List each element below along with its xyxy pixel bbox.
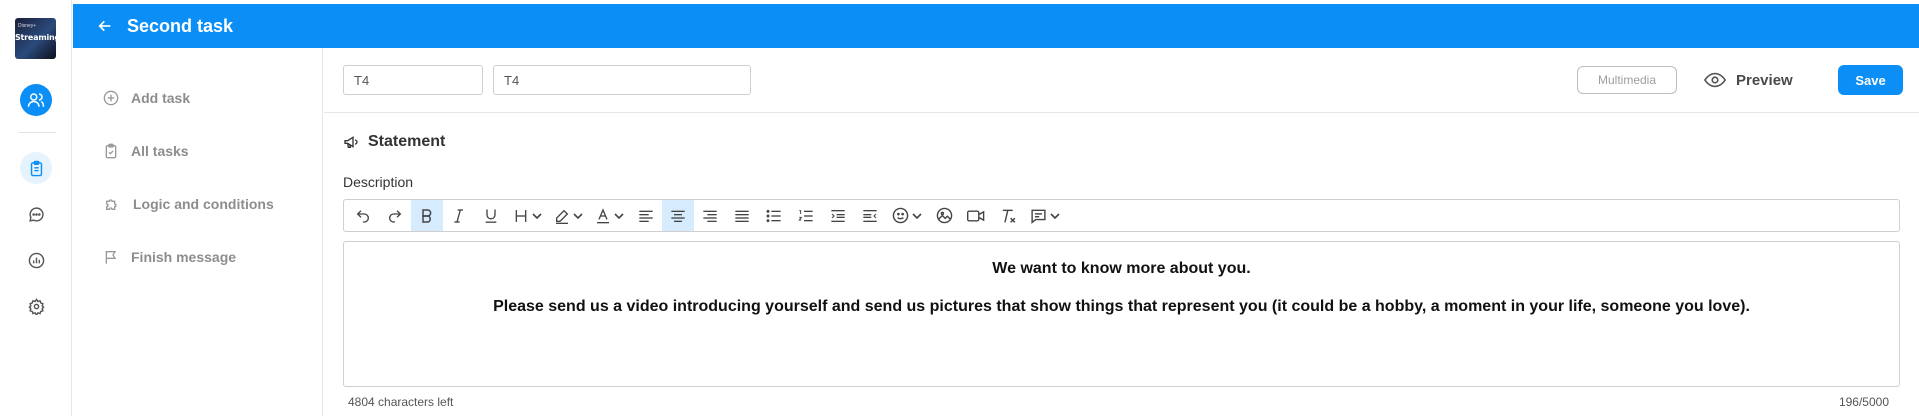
align-center-icon[interactable]	[662, 200, 694, 231]
image-icon[interactable]	[928, 200, 960, 231]
editor-toolbar	[343, 199, 1900, 232]
logo-text: Streaming	[15, 33, 56, 42]
editor-line: We want to know more about you.	[992, 260, 1251, 277]
logo-sub-text: Disney+	[18, 23, 37, 29]
bold-icon[interactable]	[411, 200, 443, 231]
clipboard-check-icon	[105, 143, 117, 159]
task-editor: Multimedia Preview Save Statement Descri…	[324, 48, 1919, 416]
plus-circle-icon	[103, 90, 119, 106]
video-icon[interactable]	[960, 200, 992, 231]
clipboard-icon[interactable]	[20, 152, 52, 184]
eye-icon	[1704, 72, 1726, 88]
chevron-down-icon	[573, 212, 583, 219]
sidebar-item-add-task[interactable]: Add task	[103, 90, 190, 106]
sidebar-item-label: Finish message	[131, 249, 237, 265]
statement-heading: Statement	[343, 133, 445, 151]
puzzle-icon	[106, 199, 117, 210]
top-bar: Second task	[73, 4, 1919, 48]
redo-icon[interactable]	[379, 200, 411, 231]
task-sidebar: Add task All tasks Logic and conditions …	[73, 48, 323, 416]
align-left-icon[interactable]	[630, 200, 662, 231]
description-editor[interactable]: We want to know more about you. Please s…	[343, 241, 1900, 387]
chevron-down-icon	[532, 212, 542, 219]
chevron-down-icon	[614, 212, 624, 219]
highlight-icon[interactable]	[548, 200, 589, 231]
task-name-input[interactable]	[493, 65, 751, 95]
indent-icon[interactable]	[822, 200, 854, 231]
statement-title: Statement	[368, 133, 446, 150]
emoji-icon[interactable]	[886, 200, 928, 231]
sidebar-item-logic[interactable]: Logic and conditions	[103, 196, 274, 212]
multimedia-button[interactable]: Multimedia	[1577, 66, 1677, 94]
description-label: Description	[343, 174, 414, 190]
sidebar-item-label: Logic and conditions	[133, 196, 274, 212]
undo-icon[interactable]	[347, 200, 379, 231]
comment-icon[interactable]	[1024, 200, 1066, 231]
icon-rail: Disney+ Streaming	[0, 0, 72, 416]
editor-line: Please send us a video introducing yours…	[493, 298, 1750, 315]
characters-left: 4804 characters left	[348, 395, 454, 409]
preview-label: Preview	[1736, 71, 1793, 89]
chevron-down-icon	[912, 212, 922, 219]
page-title: Second task	[127, 15, 234, 36]
megaphone-icon	[344, 136, 358, 148]
chart-icon[interactable]	[20, 244, 52, 276]
justify-icon[interactable]	[726, 200, 758, 231]
clear-format-icon[interactable]	[992, 200, 1024, 231]
flag-icon	[105, 251, 117, 264]
app-logo[interactable]: Disney+ Streaming	[15, 18, 56, 59]
sidebar-item-finish-message[interactable]: Finish message	[103, 249, 236, 265]
users-icon[interactable]	[20, 84, 52, 116]
arrow-left-icon[interactable]	[97, 17, 115, 35]
font-color-icon[interactable]	[589, 200, 630, 231]
character-count: 196/5000	[1838, 395, 1889, 409]
chat-icon[interactable]	[20, 198, 52, 230]
gear-icon[interactable]	[20, 290, 52, 322]
preview-button[interactable]: Preview	[1704, 66, 1793, 94]
task-code-input[interactable]	[343, 65, 483, 95]
save-button[interactable]: Save	[1838, 65, 1903, 95]
rail-divider	[18, 132, 56, 133]
align-right-icon[interactable]	[694, 200, 726, 231]
sidebar-item-label: Add task	[131, 90, 191, 106]
chevron-down-icon	[1050, 212, 1060, 219]
task-header-row: Multimedia Preview Save	[324, 48, 1919, 113]
heading-icon[interactable]	[507, 200, 548, 231]
bullet-list-icon[interactable]	[758, 200, 790, 231]
sidebar-item-all-tasks[interactable]: All tasks	[103, 143, 189, 159]
underline-icon[interactable]	[475, 200, 507, 231]
outdent-icon[interactable]	[854, 200, 886, 231]
italic-icon[interactable]	[443, 200, 475, 231]
numbered-list-icon[interactable]	[790, 200, 822, 231]
sidebar-item-label: All tasks	[131, 143, 189, 159]
